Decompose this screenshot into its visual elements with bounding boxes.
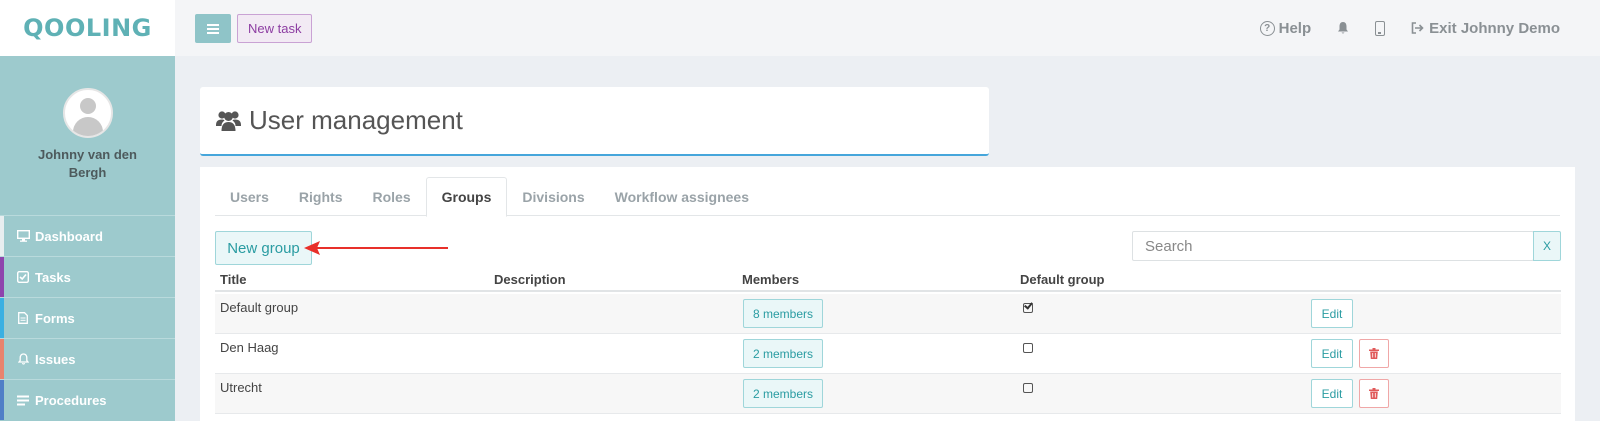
table-row: Den Haag 2 members Edit [215, 334, 1561, 374]
tab-rights[interactable]: Rights [284, 177, 358, 216]
group-title: Default group [220, 300, 299, 315]
hamburger-icon [207, 23, 219, 26]
sign-out-icon [1411, 22, 1424, 34]
page-title: User management [249, 105, 463, 135]
sidebar-item-issues[interactable]: Issues [0, 338, 175, 379]
logo-text: QOOLING [23, 14, 152, 42]
avatar[interactable] [62, 88, 113, 138]
list-icon [16, 393, 30, 407]
page-header: User management [200, 87, 989, 156]
sidebar-item-label: Issues [35, 351, 76, 367]
check-square-icon [16, 270, 30, 284]
item-color-bar [0, 380, 4, 420]
item-color-bar [0, 339, 4, 379]
default-group-checkbox-checked [1023, 303, 1033, 313]
user-name: Johnny van den Bergh [38, 147, 137, 180]
table-row: Utrecht 2 members Edit [215, 374, 1561, 414]
tab-users[interactable]: Users [215, 177, 284, 216]
topbar: New task ? Help Exit Johnny Demo [175, 0, 1600, 56]
logo[interactable]: QOOLING [0, 0, 175, 56]
table-row: Default group 8 members Edit [215, 294, 1561, 334]
edit-button[interactable]: Edit [1311, 339, 1353, 368]
document-icon [16, 311, 30, 325]
item-color-bar [0, 216, 4, 256]
edit-button[interactable]: Edit [1311, 299, 1353, 328]
delete-button[interactable] [1359, 379, 1389, 408]
sidebar-item-procedures[interactable]: Procedures [0, 379, 175, 420]
group-title: Den Haag [220, 340, 279, 355]
column-header-default-group[interactable]: Default group [1020, 272, 1105, 287]
tab-bar: Users Rights Roles Groups Divisions Work… [215, 177, 1560, 217]
group-title: Utrecht [220, 380, 262, 395]
menu-toggle-button[interactable] [195, 14, 231, 43]
help-link[interactable]: ? Help [1259, 19, 1312, 37]
column-header-members[interactable]: Members [742, 272, 799, 287]
question-circle-icon: ? [1259, 20, 1275, 36]
column-header-description[interactable]: Description [494, 272, 566, 287]
table-header: Title Description Members Default group [215, 268, 1561, 292]
exit-label: Exit Johnny Demo [1429, 19, 1560, 37]
topbar-actions: ? Help Exit Johnny Demo [1259, 0, 1560, 56]
tab-groups[interactable]: Groups [425, 177, 508, 217]
default-group-checkbox [1023, 383, 1033, 393]
red-arrow-annotation [304, 241, 448, 255]
sidebar-item-dashboard[interactable]: Dashboard [0, 215, 175, 256]
help-label: Help [1278, 19, 1312, 37]
search-input[interactable] [1132, 231, 1534, 261]
exit-demo-link[interactable]: Exit Johnny Demo [1411, 20, 1560, 37]
tab-workflow-assignees[interactable]: Workflow assignees [600, 177, 764, 216]
edit-button[interactable]: Edit [1311, 379, 1353, 408]
item-color-bar [0, 298, 4, 338]
tablet-icon[interactable] [1375, 20, 1386, 36]
notifications-bell-icon[interactable] [1337, 21, 1349, 35]
sidebar-item-tasks[interactable]: Tasks [0, 256, 175, 297]
users-group-icon [216, 110, 241, 131]
user-profile: Johnny van den Bergh [0, 56, 175, 215]
delete-button[interactable] [1359, 339, 1389, 368]
sidebar: Johnny van den Bergh Dashboard Tasks For… [0, 56, 175, 421]
tab-roles[interactable]: Roles [357, 177, 425, 216]
new-task-button[interactable]: New task [237, 14, 313, 43]
sidebar-item-label: Tasks [35, 269, 71, 285]
tab-divisions[interactable]: Divisions [507, 177, 599, 216]
sidebar-item-label: Forms [35, 310, 75, 326]
groups-panel: Users Rights Roles Groups Divisions Work… [200, 167, 1575, 421]
members-button[interactable]: 2 members [743, 379, 824, 408]
sidebar-item-label: Dashboard [35, 228, 103, 244]
new-group-button[interactable]: New group [215, 231, 312, 265]
members-button[interactable]: 2 members [743, 339, 824, 368]
sidebar-item-forms[interactable]: Forms [0, 297, 175, 338]
members-button[interactable]: 8 members [743, 299, 824, 328]
trash-icon [1369, 388, 1379, 399]
monitor-icon [16, 229, 30, 243]
bell-icon [16, 352, 30, 366]
default-group-checkbox [1023, 343, 1033, 353]
trash-icon [1369, 348, 1379, 359]
item-color-bar [0, 257, 4, 297]
clear-search-button[interactable]: X [1533, 231, 1561, 261]
sidebar-item-label: Procedures [35, 392, 107, 408]
column-header-title[interactable]: Title [220, 272, 247, 287]
